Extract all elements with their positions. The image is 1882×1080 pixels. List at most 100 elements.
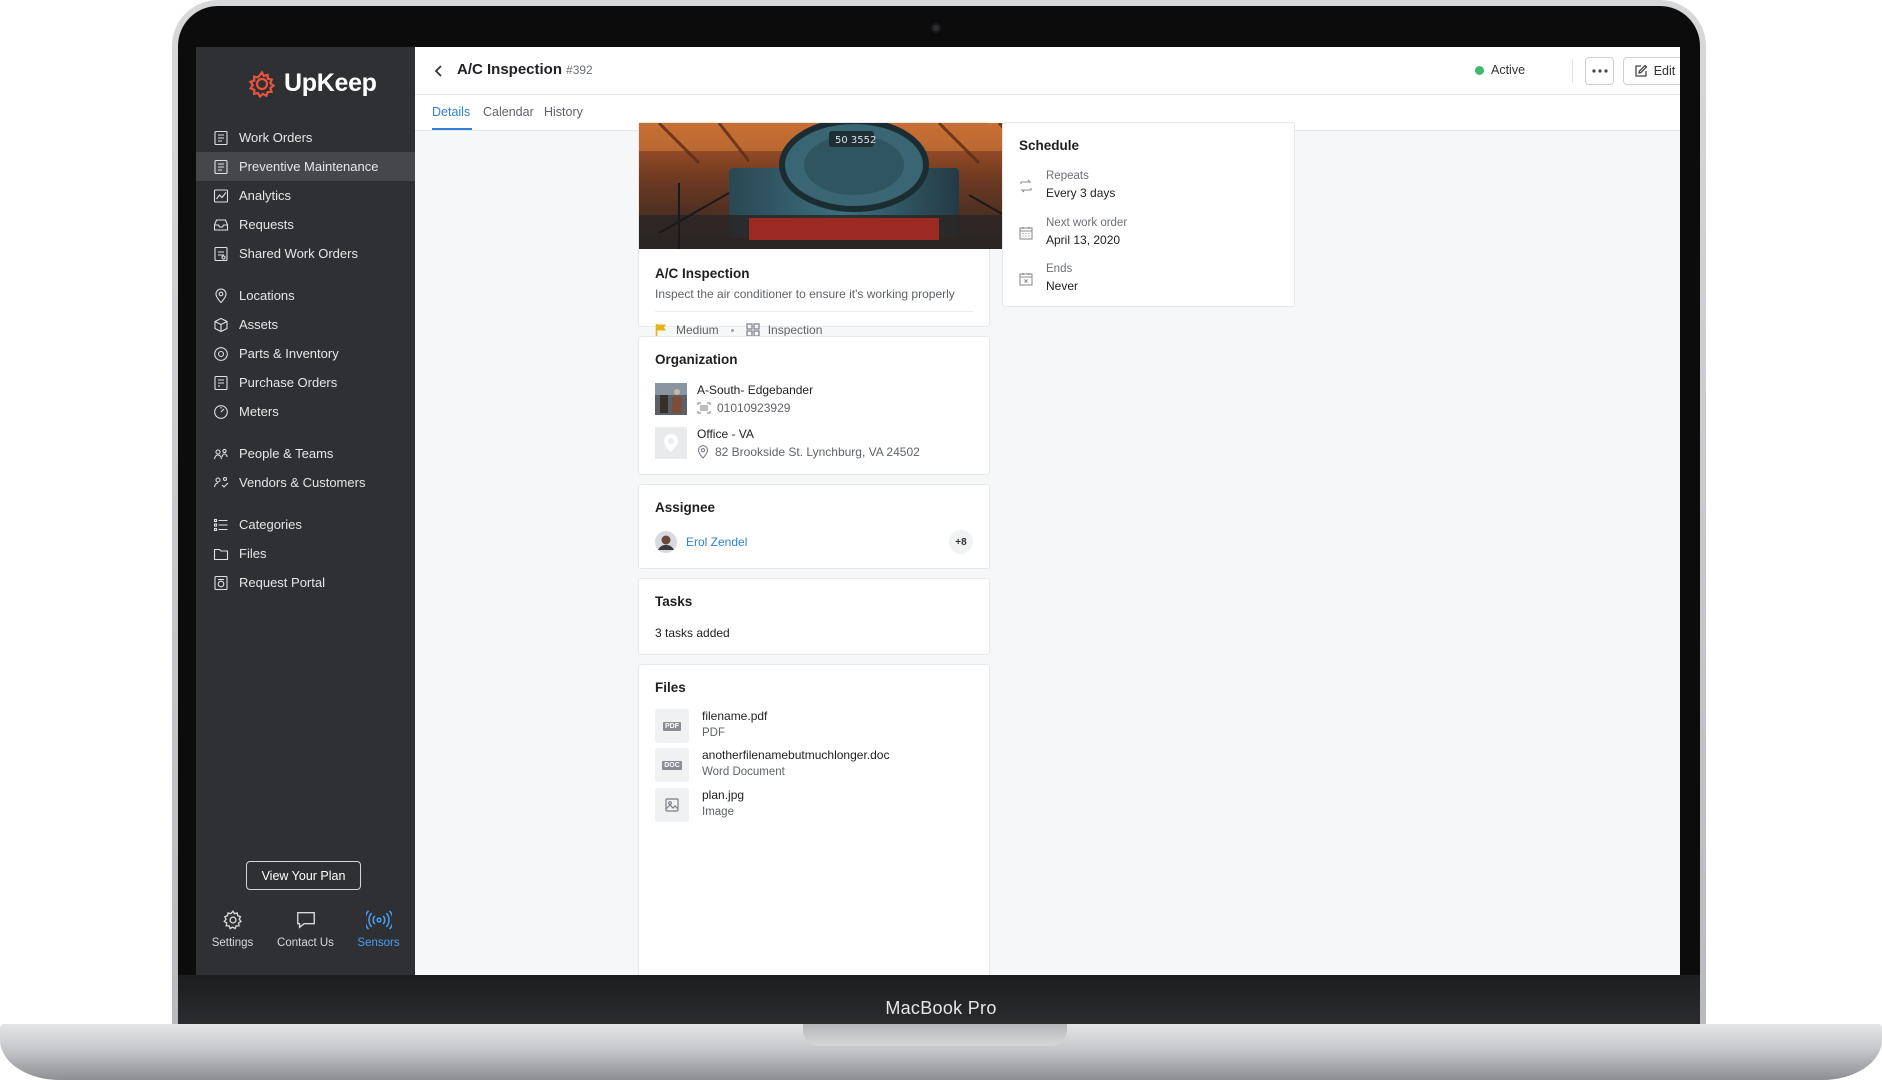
file-type: Word Document bbox=[702, 766, 785, 778]
work-order-meta: Medium Inspection bbox=[655, 323, 822, 337]
laptop-notch bbox=[803, 1024, 1067, 1046]
schedule-ends: Ends Never bbox=[1019, 263, 1078, 293]
cube-icon bbox=[214, 317, 228, 332]
sidebar-item-label: Parts & Inventory bbox=[239, 346, 339, 361]
app-name: UpKeep bbox=[284, 69, 377, 97]
location-pin-icon bbox=[215, 288, 227, 303]
status-text: Active bbox=[1491, 63, 1526, 77]
sidebar-item-label: Requests bbox=[239, 217, 294, 232]
avatar[interactable] bbox=[655, 531, 677, 553]
file-name: plan.jpg bbox=[702, 788, 745, 802]
tasks-card: Tasks 3 tasks added bbox=[638, 578, 990, 655]
sidebar-item-label: Shared Work Orders bbox=[239, 246, 358, 261]
file-item[interactable]: plan.jpg Image bbox=[655, 788, 744, 822]
sensors-label: Sensors bbox=[357, 937, 400, 949]
image-icon bbox=[665, 798, 679, 812]
ends-label: Ends bbox=[1046, 263, 1073, 275]
vendors-icon bbox=[213, 476, 229, 488]
list-icon bbox=[213, 518, 228, 531]
back-arrow-icon[interactable] bbox=[430, 62, 448, 80]
barcode-icon bbox=[697, 402, 711, 414]
settings-tab[interactable]: Settings bbox=[196, 909, 269, 949]
work-order-description: Inspect the air conditioner to ensure it… bbox=[655, 287, 955, 301]
sidebar-item-vendors-customers[interactable]: Vendors & Customers bbox=[196, 468, 415, 497]
sidebar-item-label: Files bbox=[239, 546, 267, 561]
sidebar-item-label: Purchase Orders bbox=[239, 375, 338, 390]
page-title: A/C Inspection #392 bbox=[457, 61, 593, 78]
image-file-icon bbox=[655, 788, 689, 822]
pdf-file-icon: PDF bbox=[655, 709, 689, 743]
upkeep-gear-logo-icon bbox=[248, 70, 276, 98]
sidebar-item-parts-inventory[interactable]: Parts & Inventory bbox=[196, 339, 415, 368]
sidebar-item-request-portal[interactable]: Request Portal bbox=[196, 568, 415, 597]
location-thumbnail[interactable] bbox=[655, 427, 687, 459]
schedule-title: Schedule bbox=[1019, 138, 1080, 153]
sidebar-item-label: Work Orders bbox=[239, 130, 313, 145]
next-work-order-value: April 13, 2020 bbox=[1046, 233, 1121, 247]
file-item[interactable]: PDF filename.pdf PDF bbox=[655, 709, 767, 743]
file-name: anotherfilenamebutmuchlonger.doc bbox=[702, 748, 890, 762]
sidebar-item-people-teams[interactable]: People & Teams bbox=[196, 439, 415, 468]
view-plan-button[interactable]: View Your Plan bbox=[246, 861, 361, 890]
sidebar-item-locations[interactable]: Locations bbox=[196, 281, 415, 310]
status-dot bbox=[1475, 65, 1484, 75]
contact-us-tab[interactable]: Contact Us bbox=[269, 909, 342, 949]
tasks-summary[interactable]: 3 tasks added bbox=[655, 626, 730, 640]
file-type: PDF bbox=[702, 727, 725, 739]
file-item[interactable]: DOC anotherfilenamebutmuchlonger.doc Wor… bbox=[655, 748, 889, 782]
sidebar-item-requests[interactable]: Requests bbox=[196, 210, 415, 239]
map-pin-icon bbox=[664, 434, 678, 452]
asset-code: 01010923929 bbox=[717, 401, 791, 415]
pdf-badge: PDF bbox=[663, 721, 681, 731]
settings-label: Settings bbox=[211, 937, 254, 949]
priority-flag-icon bbox=[655, 324, 666, 336]
schedule-card: Schedule Repeats Every 3 days Next work … bbox=[1002, 122, 1295, 307]
asset-name[interactable]: A-South- Edgebander bbox=[697, 383, 813, 397]
sidebar-item-purchase-orders[interactable]: Purchase Orders bbox=[196, 368, 415, 397]
folder-icon bbox=[213, 548, 229, 560]
category-label: Inspection bbox=[767, 323, 823, 337]
calendar-end-icon bbox=[1019, 273, 1033, 286]
sidebar-item-categories[interactable]: Categories bbox=[196, 510, 415, 539]
files-card: Files PDF filename.pdf PDF DOC anotherfi… bbox=[638, 664, 990, 975]
sidebar-bottom-tabs: Settings Contact Us Sensors bbox=[196, 909, 415, 949]
sidebar-item-work-orders[interactable]: Work Orders bbox=[196, 123, 415, 152]
gear-icon bbox=[222, 910, 242, 930]
asset-thumbnail[interactable] bbox=[655, 383, 687, 415]
edit-button[interactable]: Edit bbox=[1623, 57, 1680, 85]
sidebar-nav: Work Orders Preventive Maintenance Analyti… bbox=[196, 123, 415, 597]
tab-history[interactable]: History bbox=[544, 105, 583, 119]
schedule-next-work-order: Next work order April 13, 2020 bbox=[1019, 217, 1127, 247]
sensors-tab[interactable]: Sensors bbox=[342, 909, 415, 949]
sidebar-item-files[interactable]: Files bbox=[196, 539, 415, 568]
work-order-number: #392 bbox=[566, 63, 593, 77]
sidebar: UpKeep Work Orders Preventive Maintenance… bbox=[196, 47, 415, 975]
sidebar-item-shared-work-orders[interactable]: Shared Work Orders bbox=[196, 239, 415, 268]
sidebar-item-label: Request Portal bbox=[239, 575, 325, 590]
files-title: Files bbox=[655, 680, 686, 695]
app-logo[interactable]: UpKeep bbox=[248, 69, 377, 98]
more-options-button[interactable] bbox=[1585, 57, 1614, 85]
sidebar-item-preventive-maintenance[interactable]: Preventive Maintenance bbox=[196, 152, 415, 181]
assignee-name[interactable]: Erol Zendel bbox=[686, 535, 747, 549]
repeats-value: Every 3 days bbox=[1046, 186, 1116, 200]
nav-group-gap bbox=[196, 268, 415, 281]
device-label: MacBook Pro bbox=[885, 998, 997, 1018]
sidebar-item-assets[interactable]: Assets bbox=[196, 310, 415, 339]
tab-calendar[interactable]: Calendar bbox=[483, 105, 534, 119]
ends-value: Never bbox=[1046, 279, 1079, 293]
location-name[interactable]: Office - VA bbox=[697, 427, 754, 441]
next-work-order-label: Next work order bbox=[1046, 217, 1128, 229]
asset-code-row: 01010923929 bbox=[697, 401, 790, 415]
sidebar-item-analytics[interactable]: Analytics bbox=[196, 181, 415, 210]
tab-details[interactable]: Details bbox=[432, 105, 470, 119]
organization-title: Organization bbox=[655, 352, 738, 367]
sidebar-item-meters[interactable]: Meters bbox=[196, 397, 415, 426]
repeats-label: Repeats bbox=[1046, 170, 1089, 182]
more-assignees-badge[interactable]: +8 bbox=[949, 530, 973, 554]
status-indicator: Active bbox=[1475, 63, 1525, 77]
page-title-text: A/C Inspection bbox=[457, 61, 563, 78]
sidebar-item-label: Assets bbox=[239, 317, 279, 332]
sidebar-item-label: Preventive Maintenance bbox=[239, 159, 379, 174]
active-tab-indicator bbox=[432, 128, 472, 130]
